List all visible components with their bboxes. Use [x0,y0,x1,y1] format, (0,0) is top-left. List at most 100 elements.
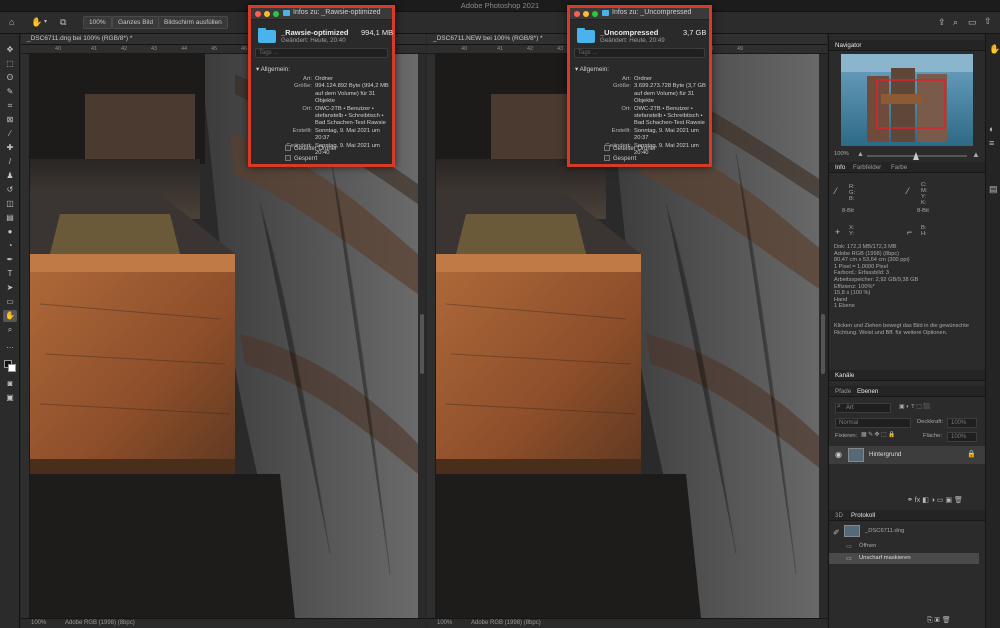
lock-icons[interactable]: ▦ ✎ ✥ ⬚ 🔒 [861,432,895,438]
status-doc-info[interactable]: Adobe RGB (1998) (8bpc) [65,620,135,626]
history-snapshot-name[interactable]: _DSC6711.dng [865,528,904,534]
blend-mode-select[interactable]: Normal [835,418,911,428]
lasso-tool-icon[interactable]: ʘ [3,72,17,84]
locked-checkbox[interactable]: Gesperrt [285,155,317,162]
move-tool-icon[interactable]: ✥ [3,44,17,56]
background-color-swatch[interactable] [8,364,16,372]
eraser-tool-icon[interactable]: ◫ [3,198,17,210]
eyedropper-tool-icon[interactable]: ⁄ [3,128,17,140]
fill-screen-button[interactable]: Bildschirm ausfüllen [158,16,228,29]
workspace-icon[interactable]: ▭ [968,17,977,28]
blur-tool-icon[interactable]: ● [3,226,17,238]
properties-panel-icon[interactable]: ≡ [989,138,994,148]
close-icon[interactable] [574,11,580,17]
tab-3d[interactable]: 3D [835,512,843,519]
snapshot-thumbnail[interactable] [844,525,860,537]
info-window-title: Infos zu: _Rawsie-optimized [293,9,381,16]
adjustments-panel-icon[interactable]: ◐ [989,124,994,134]
shape-tool-icon[interactable]: ▭ [3,296,17,308]
share-export-icon[interactable]: ⇧ [984,16,992,27]
ruler-tick: 42 [121,46,128,52]
scrollbar-thumb[interactable] [821,314,825,374]
layer-row-background[interactable]: ◉ Hintergrund 🔒 [829,446,986,464]
path-select-icon[interactable]: ➤ [3,282,17,294]
gradient-tool-icon[interactable]: ▤ [3,212,17,224]
vertical-scrollbar[interactable] [418,54,426,618]
fill-field[interactable]: 100% [947,432,977,442]
folder-changed: Geändert: Heute, 20:49 [600,37,665,44]
status-zoom[interactable]: 100% [31,620,46,626]
history-tabbar: 3D Protokoll [829,510,986,521]
slider-handle[interactable] [913,152,919,160]
history-actions-icons[interactable]: ⎘ ▣ 🗑 [927,616,951,625]
layer-actions-icons[interactable]: ⚭ fx ◧ ◑ ▭ ▣ 🗑 [907,496,963,504]
history-brush-source-icon[interactable]: ✐ [833,528,840,537]
checkbox-icon [285,145,291,151]
zoom-icon[interactable] [592,11,598,17]
tags-input[interactable]: Tags ... [574,48,705,58]
search-icon: ⌕ [837,403,841,410]
minimize-icon[interactable] [583,11,589,17]
marquee-tool-icon[interactable]: ⬚ [3,58,17,70]
share-icon[interactable]: ⇪ [938,17,946,28]
tab-navigator[interactable]: Navigator [835,42,861,49]
tab-history[interactable]: Protokoll [851,512,875,519]
section-general[interactable]: ▾ Allgemein: [575,66,609,73]
status-doc-info[interactable]: Adobe RGB (1998) (8bpc) [471,620,541,626]
hand-tool-icon[interactable]: ✋ [31,17,42,28]
navigator-zoom-slider[interactable] [867,152,967,160]
zoom-tool-icon[interactable]: ⌕ [3,324,17,336]
history-item-active[interactable]: ▭ Unscharf maskieren [829,553,979,564]
info-window-titlebar: Infos zu: _Uncompressed [570,8,709,20]
pen-tool-icon[interactable]: ✒ [3,254,17,266]
zoom-icon[interactable] [273,11,279,17]
chevron-down-icon[interactable]: ▾ [44,18,47,25]
tab-info[interactable]: Info [835,164,845,171]
vertical-scrollbar[interactable] [819,54,827,618]
navigator-preview[interactable] [841,54,973,146]
home-icon[interactable]: ⌂ [9,17,14,27]
scrollbar-thumb[interactable] [420,314,424,374]
tab-color[interactable]: Farbe [891,164,907,171]
opacity-field[interactable]: 100% [947,418,977,428]
section-general[interactable]: ▾ Allgemein: [256,66,290,73]
quick-mask-icon[interactable]: ◙ [3,378,17,390]
shared-folder-checkbox[interactable]: Geteilter Ordner [604,145,656,152]
crop-tool-icon[interactable]: ⌗ [3,100,17,112]
screen-mode-icon[interactable]: ▣ [3,392,17,404]
search-icon[interactable]: ⌕ [953,17,958,28]
tags-input[interactable]: Tags ... [255,48,388,58]
zoom-out-icon[interactable]: ▲ [857,151,864,158]
stamp-tool-icon[interactable]: ♟ [3,170,17,182]
info-key: Art: [302,76,312,82]
frame-tool-icon[interactable]: ⊠ [3,114,17,126]
hand-tool-active-icon[interactable]: ✋ [3,310,17,322]
healing-brush-icon[interactable]: ✚ [3,142,17,154]
tab-channels[interactable]: Kanäle [835,372,854,379]
dodge-tool-icon[interactable]: ◔ [3,240,17,252]
eye-visibility-icon[interactable]: ◉ [835,450,842,459]
locked-checkbox[interactable]: Gesperrt [604,155,636,162]
zoom-100-button[interactable]: 100% [83,16,112,29]
layers-panel-icon[interactable]: ▤ [989,184,998,195]
minimize-icon[interactable] [264,11,270,17]
history-brush-icon[interactable]: ↺ [3,184,17,196]
fit-screen-button[interactable]: Ganzes Bild [112,16,160,29]
shared-folder-checkbox[interactable]: Geteilter Ordner [285,145,337,152]
more-tools-icon[interactable]: … [3,340,17,352]
tab-layers[interactable]: Ebenen [857,388,878,395]
close-icon[interactable] [255,11,261,17]
navigator-zoom-value[interactable]: 100% [834,151,849,157]
tab-paths[interactable]: Pfade [835,388,851,395]
zoom-in-icon[interactable]: ▲ [972,150,980,159]
tab-swatches[interactable]: Farbfelder [853,164,881,171]
status-zoom[interactable]: 100% [437,620,452,626]
brush-tool-icon[interactable]: / [3,156,17,168]
quick-select-tool-icon[interactable]: ✎ [3,86,17,98]
scroll-all-windows-icon[interactable]: ⧉ [60,17,66,28]
history-item[interactable]: ▭ Öffnen [829,541,979,552]
layer-filter-select[interactable]: Art [835,403,891,413]
type-tool-icon[interactable]: T [3,268,17,280]
layer-filter-icons[interactable]: ▣ ◐ T ⬚ ⬛ [899,404,930,410]
navigator-panel-icon[interactable]: ✋ [989,44,1000,55]
